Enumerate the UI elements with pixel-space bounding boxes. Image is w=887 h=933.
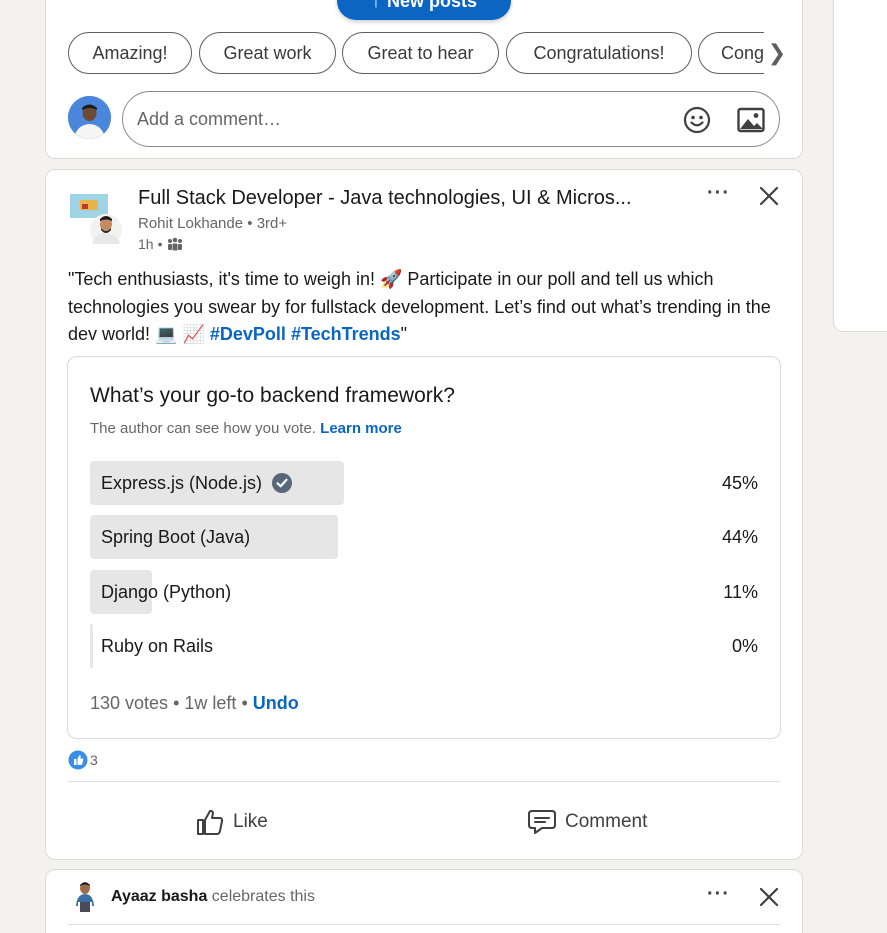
quick-reply-chip[interactable]: Great work — [199, 32, 336, 74]
close-icon[interactable] — [758, 886, 780, 913]
like-button[interactable]: Like — [195, 800, 268, 844]
reactions-summary[interactable]: 3 — [68, 750, 98, 770]
poll-option-label-wrap: Django (Python) — [101, 570, 231, 614]
new-posts-label: New posts — [386, 0, 478, 11]
arrow-up-icon: ↑ — [370, 0, 381, 12]
quick-reply-chip[interactable]: Amazing! — [68, 32, 192, 74]
post-author-headline[interactable]: Full Stack Developer - Java technologies… — [138, 187, 632, 210]
poll-option-percent: 0% — [731, 635, 758, 656]
like-label: Like — [233, 811, 268, 832]
more-options-icon[interactable]: ··· — [707, 883, 730, 906]
poll-meta: 130 votes • 1w left • Undo — [90, 693, 299, 713]
poll-option-percent: 44% — [721, 526, 758, 547]
post-text-end: " — [400, 324, 408, 344]
connection-degree: 3rd+ — [256, 215, 288, 232]
poll-option[interactable]: Spring Boot (Java) 44% — [90, 515, 760, 559]
post-timestamp: 1h — [138, 236, 154, 252]
new-posts-button[interactable]: ↑ New posts — [337, 0, 511, 20]
emoji-icon[interactable] — [682, 105, 712, 135]
post-time: 1h • — [138, 236, 184, 252]
author-avatar[interactable] — [68, 192, 128, 246]
reaction-count: 3 — [90, 752, 98, 768]
quick-reply-chip[interactable]: Great to hear — [342, 32, 499, 74]
post-author-line[interactable]: Rohit Lokhande • 3rd+ — [138, 215, 287, 232]
poll-option-label: Django (Python) — [101, 581, 232, 602]
poll-time-left: 1w left — [184, 693, 237, 713]
avatar[interactable] — [68, 96, 111, 139]
poll-question: What’s your go-to backend framework? — [90, 384, 455, 407]
poll-option[interactable]: Express.js (Node.js) 45% — [90, 461, 760, 505]
comment-input-box[interactable] — [122, 91, 780, 147]
like-reaction-icon — [68, 750, 88, 770]
quick-reply-chip[interactable]: Congratulations! — [506, 32, 692, 74]
poll-option-label: Spring Boot (Java) — [101, 526, 251, 547]
poll-note-text: The author can see how you vote. — [90, 420, 316, 437]
hashtag-link[interactable]: #DevPoll — [210, 324, 286, 344]
poll-option-label-wrap: Spring Boot (Java) — [101, 515, 250, 559]
quick-reply-chips: Amazing! Great work Great to hear Congra… — [68, 32, 790, 74]
comment-button[interactable]: Comment — [527, 800, 647, 844]
author-name: Rohit Lokhande — [138, 215, 244, 232]
check-circle-icon — [272, 473, 293, 493]
celebrator-avatar[interactable] — [72, 880, 98, 914]
poll-votes[interactable]: 130 votes — [90, 693, 168, 713]
divider — [68, 924, 780, 925]
poll-option-label: Ruby on Rails — [101, 635, 214, 656]
close-icon[interactable] — [758, 185, 780, 212]
poll-option-label: Express.js (Node.js) — [101, 472, 263, 493]
comment-input[interactable] — [137, 106, 657, 132]
poll-option-percent: 11% — [723, 581, 758, 602]
celebration-action: celebrates this — [211, 888, 315, 905]
separator: • — [247, 215, 257, 232]
image-icon[interactable] — [736, 105, 766, 135]
undo-vote-link[interactable]: Undo — [253, 693, 299, 713]
poll-card: What’s your go-to backend framework? The… — [67, 356, 781, 739]
poll-option-label-wrap: Express.js (Node.js) — [101, 461, 293, 505]
post-text: "Tech enthusiasts, it's time to weigh in… — [68, 269, 771, 344]
poll-note: The author can see how you vote. Learn m… — [90, 420, 402, 437]
poll-option-bar — [90, 624, 93, 668]
more-options-icon[interactable]: ··· — [707, 182, 730, 205]
learn-more-link[interactable]: Learn more — [320, 420, 402, 437]
thumbs-up-icon — [197, 809, 224, 835]
divider — [68, 781, 780, 782]
poll-option[interactable]: Ruby on Rails 0% — [90, 624, 760, 668]
comment-icon — [528, 810, 556, 834]
poll-option-percent: 45% — [721, 472, 758, 493]
hashtag-link[interactable]: #TechTrends — [291, 324, 401, 344]
right-sidebar-card — [833, 0, 887, 332]
poll-option-label-wrap: Ruby on Rails — [101, 624, 213, 668]
celebration-line: Ayaaz basha celebrates this — [111, 888, 315, 906]
comment-label: Comment — [565, 811, 648, 832]
celebrator-name[interactable]: Ayaaz basha — [111, 888, 207, 905]
post-body: "Tech enthusiasts, it's time to weigh in… — [68, 266, 780, 349]
connections-visibility-icon — [168, 237, 183, 251]
chevron-right-icon[interactable]: ❯ — [764, 32, 790, 74]
poll-option[interactable]: Django (Python) 11% — [90, 570, 760, 614]
